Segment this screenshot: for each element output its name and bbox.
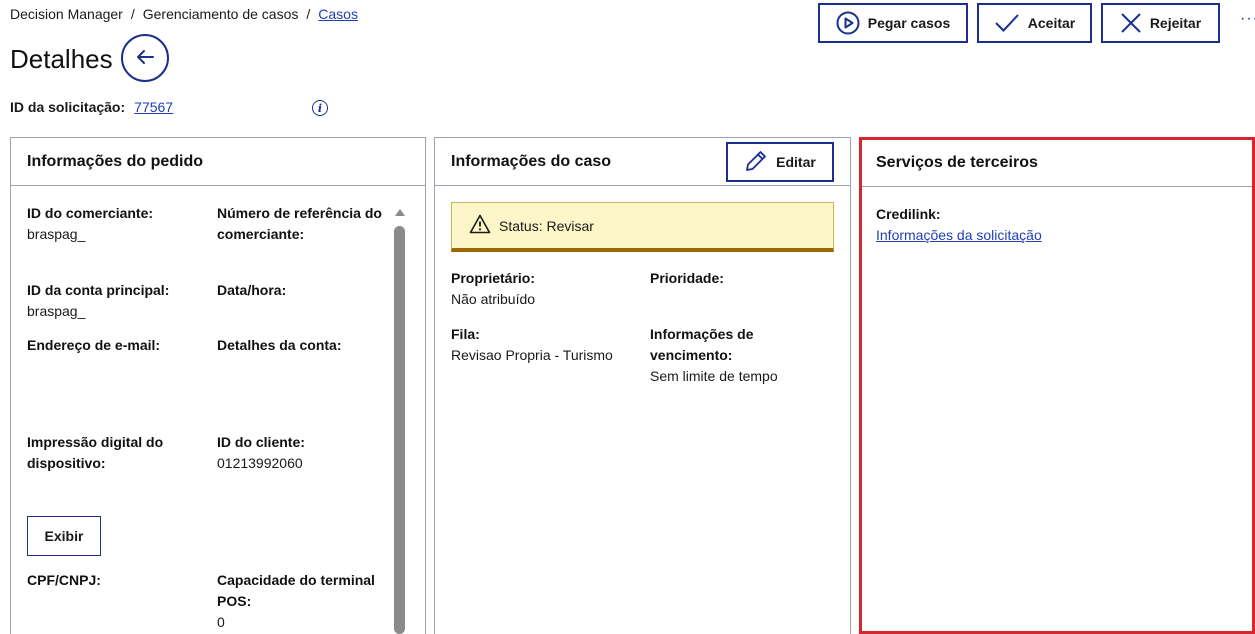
aceitar-label: Aceitar [1027, 15, 1076, 31]
datetime-field: Data/hora: [217, 280, 389, 301]
queue-field: Fila: Revisao Propria - Turismo [451, 324, 641, 366]
owner-field: Proprietário: Não atribuído [451, 268, 641, 310]
merchant-id-label: ID do comerciante: [27, 205, 154, 221]
request-id-row: ID da solicitação: 77567 [10, 99, 173, 115]
queue-value: Revisao Propria - Turismo [451, 347, 613, 363]
merchant-id-field: ID do comerciante: braspag_ [27, 203, 207, 245]
due-field: Informações de vencimento: Sem limite de… [650, 324, 800, 387]
breadcrumb-separator: / [130, 6, 135, 22]
due-label: Informações de vencimento: [650, 326, 754, 363]
pegar-casos-button[interactable]: Pegar casos [818, 3, 968, 43]
merchant-ref-label: Número de referência do comerciante: [217, 205, 382, 242]
email-label: Endereço de e-mail: [27, 337, 161, 353]
email-field: Endereço de e-mail: [27, 335, 207, 356]
credilink-field: Credilink: Informações da solicitação [876, 204, 1176, 246]
priority-field: Prioridade: [650, 268, 830, 289]
client-id-value: 01213992060 [217, 455, 303, 471]
breadcrumb-decision-manager[interactable]: Decision Manager [10, 6, 123, 22]
case-info-panel: Informações do caso Editar Status: Revis… [434, 137, 851, 634]
rejeitar-button[interactable]: Rejeitar [1101, 3, 1220, 43]
editar-label: Editar [776, 154, 816, 170]
breadcrumb-case-management[interactable]: Gerenciamento de casos [143, 6, 299, 22]
checkmark-icon [994, 12, 1020, 34]
breadcrumb: Decision Manager / Gerenciamento de casos /… [10, 6, 358, 22]
pegar-casos-label: Pegar casos [867, 15, 951, 31]
request-id-label: ID da solicitação: [10, 99, 126, 115]
pencil-icon [744, 149, 768, 176]
credilink-request-info-link[interactable]: Informações da solicitação [876, 227, 1042, 243]
main-account-label: ID da conta principal: [27, 282, 170, 298]
scroll-up-arrow-icon[interactable] [395, 209, 405, 216]
credilink-label: Credilink: [876, 206, 941, 222]
main-account-value: braspag_ [27, 303, 86, 319]
main-account-field: ID da conta principal: braspag_ [27, 280, 207, 322]
order-info-panel: Informações do pedido ID do comerciante:… [10, 137, 426, 634]
page-title: Detalhes [10, 44, 113, 74]
third-party-services-panel: Serviços de terceiros Credilink: Informa… [859, 137, 1255, 634]
info-icon[interactable]: i [312, 100, 328, 116]
third-party-services-title: Serviços de terceiros [862, 140, 1252, 187]
breadcrumb-separator: / [306, 6, 311, 22]
more-options-icon[interactable]: ··· [1240, 10, 1255, 28]
priority-label: Prioridade: [650, 270, 724, 286]
client-id-field: ID do cliente: 01213992060 [217, 432, 389, 474]
pos-capability-field: Capacidade do terminal POS: 0 [217, 570, 389, 633]
status-text: Status: Revisar [499, 217, 594, 234]
account-details-field: Detalhes da conta: [217, 335, 389, 356]
owner-label: Proprietário: [451, 270, 536, 286]
close-icon [1120, 12, 1142, 34]
merchant-id-value: braspag_ [27, 226, 86, 242]
datetime-label: Data/hora: [217, 282, 287, 298]
action-toolbar: Pegar casos Aceitar Rejeitar [818, 3, 1220, 43]
back-button[interactable] [121, 34, 169, 82]
rejeitar-label: Rejeitar [1149, 15, 1202, 31]
merchant-ref-field: Número de referência do comerciante: [217, 203, 389, 245]
owner-value: Não atribuído [451, 291, 536, 307]
arrow-left-icon [134, 46, 156, 71]
order-info-title: Informações do pedido [11, 138, 425, 186]
status-banner: Status: Revisar [451, 202, 834, 252]
scrollbar-thumb[interactable] [394, 226, 405, 634]
cpf-label: CPF/CNPJ: [27, 572, 101, 588]
editar-button[interactable]: Editar [726, 142, 834, 182]
breadcrumb-cases-link[interactable]: Casos [318, 6, 358, 22]
queue-label: Fila: [451, 326, 480, 342]
account-details-label: Detalhes da conta: [217, 337, 342, 353]
pos-capability-label: Capacidade do terminal POS: [217, 572, 375, 609]
aceitar-button[interactable]: Aceitar [977, 3, 1092, 43]
device-fingerprint-label: Impressão digital do dispositivo: [27, 434, 164, 471]
cpf-field: CPF/CNPJ: [27, 570, 207, 591]
exibir-button[interactable]: Exibir [27, 516, 101, 556]
play-circle-icon [836, 11, 860, 35]
warning-icon [469, 214, 491, 237]
request-id-link[interactable]: 77567 [134, 99, 173, 115]
client-id-label: ID do cliente: [217, 434, 305, 450]
device-fingerprint-field: Impressão digital do dispositivo: [27, 432, 197, 474]
due-value: Sem limite de tempo [650, 368, 778, 384]
pos-capability-value: 0 [217, 614, 225, 630]
